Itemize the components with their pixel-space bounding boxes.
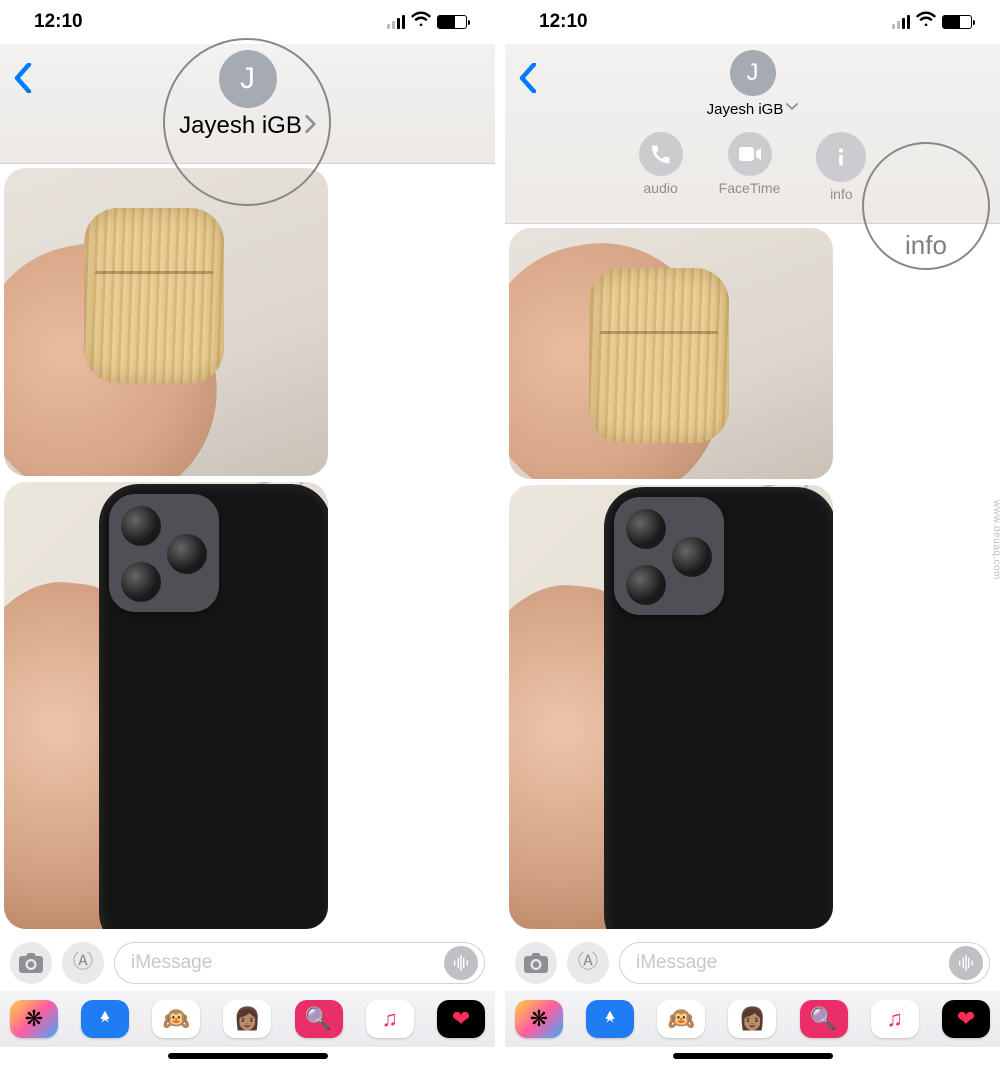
wifi-icon	[411, 11, 431, 33]
facetime-label: FaceTime	[719, 180, 781, 196]
drawer-photos-icon[interactable]: ❋	[10, 1000, 58, 1038]
drawer-memoji2-icon[interactable]: 👩🏽	[728, 1000, 776, 1038]
avatar-initial: J	[747, 59, 759, 87]
chevron-down-icon	[786, 99, 798, 117]
back-button[interactable]	[10, 56, 36, 100]
camera-button[interactable]	[515, 942, 557, 984]
svg-text:Ⓐ: Ⓐ	[578, 952, 598, 973]
drawer-images-icon[interactable]: 🔍	[295, 1000, 343, 1038]
drawer-images-icon[interactable]: 🔍	[800, 1000, 848, 1038]
drawer-appstore-icon[interactable]	[586, 1000, 634, 1038]
phone-icon	[639, 132, 683, 176]
message-photo-attachment[interactable]	[509, 228, 833, 479]
drawer-music-icon[interactable]: ♫	[366, 1000, 414, 1038]
messages-thread[interactable]	[505, 224, 1000, 935]
message-input[interactable]: iMessage	[114, 942, 485, 984]
battery-icon	[437, 15, 467, 29]
contact-avatar[interactable]: J	[730, 50, 776, 96]
message-photo-attachment[interactable]	[4, 168, 328, 476]
contact-avatar[interactable]: J	[219, 50, 277, 108]
apps-drawer[interactable]: ❋ 🙉 👩🏽 🔍 ♫ ❤	[0, 991, 495, 1047]
voice-message-button[interactable]	[949, 946, 983, 980]
drawer-memoji-icon[interactable]: 🙉	[657, 1000, 705, 1038]
info-label: info	[830, 186, 853, 202]
chevron-right-icon	[305, 115, 316, 138]
photo-phone-case	[4, 482, 328, 929]
photo-airpods-case	[4, 168, 328, 476]
status-time: 12:10	[34, 11, 83, 33]
right-screenshot: 12:10 info J Jayesh iGB	[505, 0, 1000, 1071]
message-photo-attachment[interactable]	[509, 485, 833, 930]
wifi-icon	[916, 11, 936, 33]
facetime-button[interactable]: FaceTime	[719, 132, 781, 202]
drawer-digitaltouch-icon[interactable]: ❤	[942, 1000, 990, 1038]
photo-airpods-case	[509, 228, 833, 479]
home-indicator[interactable]	[505, 1047, 1000, 1071]
home-indicator[interactable]	[0, 1047, 495, 1071]
apps-drawer[interactable]: ❋ 🙉 👩🏽 🔍 ♫ ❤	[505, 991, 1000, 1047]
contact-name: Jayesh iGB	[179, 112, 302, 140]
watermark: www.deuaq.com	[991, 500, 1000, 580]
drawer-memoji2-icon[interactable]: 👩🏽	[223, 1000, 271, 1038]
video-icon	[728, 132, 772, 176]
photo-phone-case	[509, 485, 833, 930]
status-bar: 12:10	[0, 0, 495, 44]
info-icon	[816, 132, 866, 182]
conversation-header-expanded[interactable]: info J Jayesh iGB audio Face	[505, 44, 1000, 224]
status-indicators	[387, 11, 467, 33]
message-input-bar: Ⓐ iMessage	[0, 935, 495, 991]
contact-name: Jayesh iGB	[707, 101, 784, 118]
back-button[interactable]	[515, 56, 541, 100]
message-photo-attachment[interactable]	[4, 482, 328, 929]
drawer-photos-icon[interactable]: ❋	[515, 1000, 563, 1038]
svg-text:Ⓐ: Ⓐ	[73, 952, 93, 973]
app-store-button[interactable]: Ⓐ	[567, 942, 609, 984]
cellular-signal-icon	[387, 15, 405, 29]
status-time: 12:10	[539, 11, 588, 33]
battery-icon	[942, 15, 972, 29]
status-indicators	[892, 11, 972, 33]
voice-message-button[interactable]	[444, 946, 478, 980]
drawer-appstore-icon[interactable]	[81, 1000, 129, 1038]
input-placeholder: iMessage	[131, 952, 212, 974]
drawer-music-icon[interactable]: ♫	[871, 1000, 919, 1038]
message-input-bar: Ⓐ iMessage	[505, 935, 1000, 991]
drawer-memoji-icon[interactable]: 🙉	[152, 1000, 200, 1038]
status-bar: 12:10	[505, 0, 1000, 44]
message-input[interactable]: iMessage	[619, 942, 990, 984]
contact-name-button[interactable]: Jayesh iGB	[179, 112, 316, 140]
info-button[interactable]: info	[816, 132, 866, 202]
messages-thread[interactable]	[0, 164, 495, 935]
conversation-header[interactable]: J Jayesh iGB	[0, 44, 495, 164]
app-store-button[interactable]: Ⓐ	[62, 942, 104, 984]
header-actions: audio FaceTime info	[639, 132, 867, 202]
camera-button[interactable]	[10, 942, 52, 984]
contact-name-button[interactable]: Jayesh iGB	[707, 100, 799, 118]
input-placeholder: iMessage	[636, 952, 717, 974]
drawer-digitaltouch-icon[interactable]: ❤	[437, 1000, 485, 1038]
avatar-initial: J	[240, 62, 255, 96]
cellular-signal-icon	[892, 15, 910, 29]
left-screenshot: 12:10 J Jayesh iGB	[0, 0, 495, 1071]
annotation-label: info	[905, 230, 947, 261]
audio-call-button[interactable]: audio	[639, 132, 683, 202]
audio-label: audio	[644, 180, 678, 196]
